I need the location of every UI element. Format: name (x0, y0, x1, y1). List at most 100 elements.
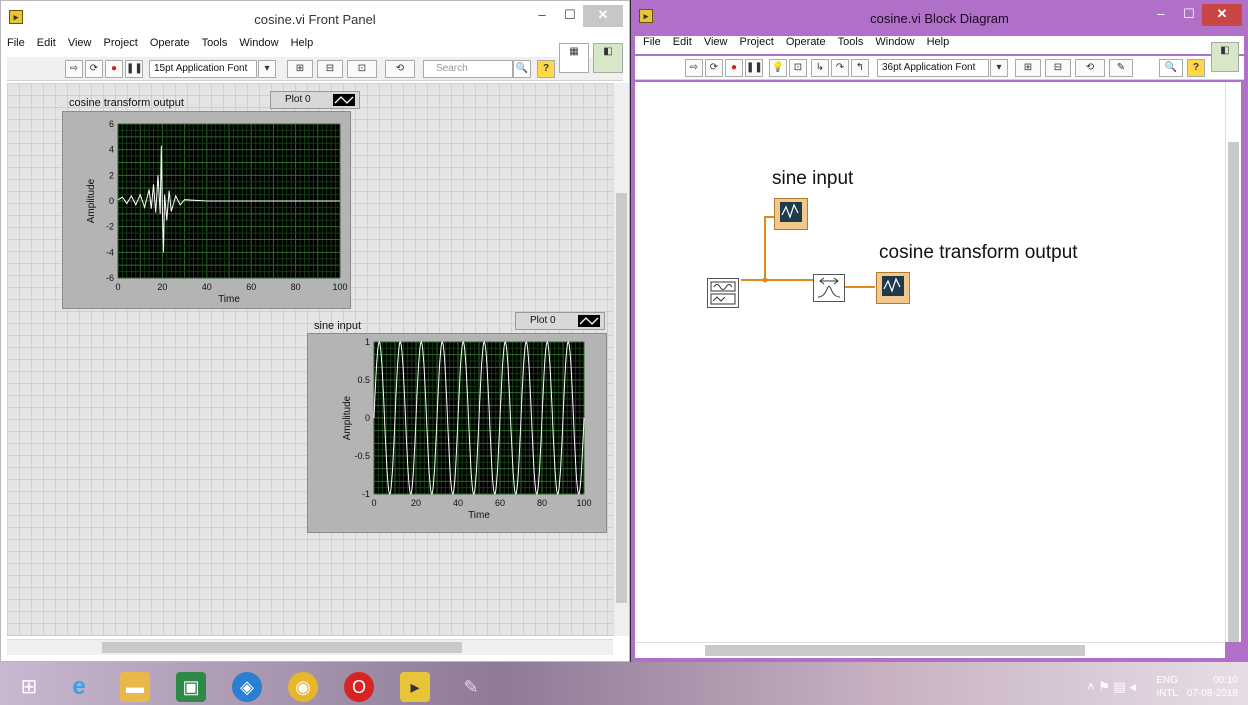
resize-objects-icon[interactable]: ⊡ (347, 60, 377, 78)
scrollbar-thumb[interactable] (616, 193, 627, 603)
signal-generator-node[interactable] (707, 278, 739, 308)
abort-icon[interactable]: ● (725, 59, 743, 77)
y-tick-label: 6 (109, 119, 114, 129)
clock-date: 07-08-2018 (1186, 688, 1238, 699)
horizontal-scrollbar[interactable] (635, 642, 1225, 658)
menu-window[interactable]: Window (239, 37, 278, 49)
title-bar[interactable]: ▸ cosine.vi Front Panel – ☐ ✕ (1, 1, 629, 35)
vi-icon[interactable]: ◧ (593, 43, 623, 73)
retain-wire-values-icon[interactable]: ⊡ (789, 59, 807, 77)
search-icon[interactable]: 🔍 (1159, 59, 1183, 77)
plot-legend[interactable]: Plot 0 (515, 312, 605, 330)
y-tick-label: 4 (109, 145, 114, 155)
menu-edit[interactable]: Edit (673, 36, 692, 48)
volume-icon[interactable]: ◂ (1129, 679, 1136, 694)
plot-legend[interactable]: Plot 0 (270, 91, 360, 109)
font-selector[interactable]: 36pt Application Font (877, 59, 989, 77)
internet-explorer-icon[interactable]: e (64, 672, 94, 702)
menu-file[interactable]: File (7, 37, 25, 49)
store-icon[interactable]: ▣ (176, 672, 206, 702)
close-button[interactable]: ✕ (1202, 4, 1242, 26)
sine-input-indicator[interactable] (774, 198, 808, 230)
font-dropdown-arrow-icon[interactable]: ▾ (258, 60, 276, 78)
cosine-transform-node[interactable] (813, 274, 845, 302)
menu-project[interactable]: Project (104, 37, 138, 49)
action-center-icon[interactable]: ⚑ (1098, 679, 1110, 694)
help-icon[interactable]: ? (537, 60, 555, 78)
menu-tools[interactable]: Tools (838, 36, 864, 48)
y-axis-label: Amplitude (86, 178, 97, 223)
menu-window[interactable]: Window (875, 36, 914, 48)
run-continuously-icon[interactable]: ⟳ (705, 59, 723, 77)
menu-file[interactable]: File (643, 36, 661, 48)
step-over-icon[interactable]: ↷ (831, 59, 849, 77)
waveform-graph-sine[interactable]: 1 0.5 0 -0.5 -1 0 20 40 60 80 100 Time Amplitude (307, 333, 607, 533)
search-icon[interactable]: 🔍 (513, 60, 531, 78)
maximize-button[interactable]: ☐ (557, 5, 583, 27)
abort-icon[interactable]: ● (105, 60, 123, 78)
block-diagram-window: ▸ cosine.vi Block Diagram – ☐ ✕ File Edi… (631, 0, 1248, 662)
scrollbar-thumb[interactable] (705, 645, 1085, 656)
y-tick-label: 0.5 (357, 375, 370, 385)
clock[interactable]: 00:10 07-08-2018 (1187, 674, 1238, 700)
horizontal-scrollbar[interactable] (7, 639, 613, 655)
block-diagram-canvas[interactable]: sine input cosine transform output (635, 82, 1225, 642)
menu-project[interactable]: Project (740, 36, 774, 48)
scrollbar-thumb[interactable] (102, 642, 462, 653)
help-icon[interactable]: ? (1187, 59, 1205, 77)
front-panel-canvas[interactable]: cosine transform output Plot 0 6 4 2 0 -2 -4-… (7, 83, 613, 636)
chrome-icon[interactable]: ◉ (288, 672, 318, 702)
cosine-output-indicator[interactable] (876, 272, 910, 304)
app-icon[interactable]: ◈ (232, 672, 262, 702)
graph-label-sine: sine input (314, 320, 362, 332)
title-bar[interactable]: ▸ cosine.vi Block Diagram – ☐ ✕ (631, 0, 1248, 34)
waveform-graph-cosine[interactable]: 6 4 2 0 -2 -4 -6 0 20 40 60 80 100 Time Amplitude (62, 111, 351, 309)
clean-up-diagram-icon[interactable]: ✎ (1109, 59, 1133, 77)
labview-icon[interactable]: ▸ (400, 672, 430, 702)
pause-icon[interactable]: ❚❚ (745, 59, 763, 77)
font-dropdown-arrow-icon[interactable]: ▾ (990, 59, 1008, 77)
menu-edit[interactable]: Edit (37, 37, 56, 49)
paint-icon[interactable]: ✎ (456, 672, 486, 702)
connector-pane-icon[interactable]: ▦ (559, 43, 589, 73)
x-tick-label: 40 (202, 282, 212, 292)
menu-view[interactable]: View (704, 36, 728, 48)
menu-view[interactable]: View (68, 37, 92, 49)
scrollbar-thumb[interactable] (1228, 142, 1239, 642)
maximize-button[interactable]: ☐ (1176, 4, 1202, 26)
reorder-icon[interactable]: ⟲ (1075, 59, 1105, 77)
highlight-execution-icon[interactable]: 💡 (769, 59, 787, 77)
network-icon[interactable]: ▤ (1114, 679, 1126, 694)
windows-start-icon[interactable]: ⊞ (14, 672, 44, 702)
reorder-icon[interactable]: ⟲ (385, 60, 415, 78)
vertical-scrollbar[interactable] (613, 83, 629, 636)
distribute-objects-icon[interactable]: ⊟ (317, 60, 343, 78)
file-explorer-icon[interactable]: ▬ (120, 672, 150, 702)
align-objects-icon[interactable]: ⊞ (287, 60, 313, 78)
run-arrow-icon[interactable]: ⇨ (65, 60, 83, 78)
minimize-button[interactable]: – (529, 5, 555, 27)
search-input[interactable]: Search (423, 60, 513, 78)
chevron-up-icon[interactable]: ˄ (1087, 679, 1095, 694)
menu-operate[interactable]: Operate (150, 37, 190, 49)
run-arrow-icon[interactable]: ⇨ (685, 59, 703, 77)
toolbar: ⇨ ⟳ ● ❚❚ 15pt Application Font ▾ ⊞ ⊟ ⊡ ⟲… (7, 43, 623, 81)
tray-icons[interactable]: ˄ ⚑ ▤ ◂ (1087, 679, 1136, 695)
pause-icon[interactable]: ❚❚ (125, 60, 143, 78)
menu-help[interactable]: Help (291, 37, 314, 49)
close-button[interactable]: ✕ (583, 5, 623, 27)
opera-icon[interactable]: O (344, 672, 374, 702)
distribute-objects-icon[interactable]: ⊟ (1045, 59, 1071, 77)
vi-icon[interactable]: ◧ (1211, 42, 1239, 72)
menu-help[interactable]: Help (927, 36, 950, 48)
menu-operate[interactable]: Operate (786, 36, 826, 48)
language-indicator[interactable]: ENG INTL (1156, 674, 1178, 700)
run-continuously-icon[interactable]: ⟳ (85, 60, 103, 78)
font-selector[interactable]: 15pt Application Font (149, 60, 257, 78)
align-objects-icon[interactable]: ⊞ (1015, 59, 1041, 77)
vertical-scrollbar[interactable] (1225, 82, 1241, 642)
menu-tools[interactable]: Tools (202, 37, 228, 49)
minimize-button[interactable]: – (1148, 4, 1174, 26)
step-into-icon[interactable]: ↳ (811, 59, 829, 77)
step-out-icon[interactable]: ↰ (851, 59, 869, 77)
